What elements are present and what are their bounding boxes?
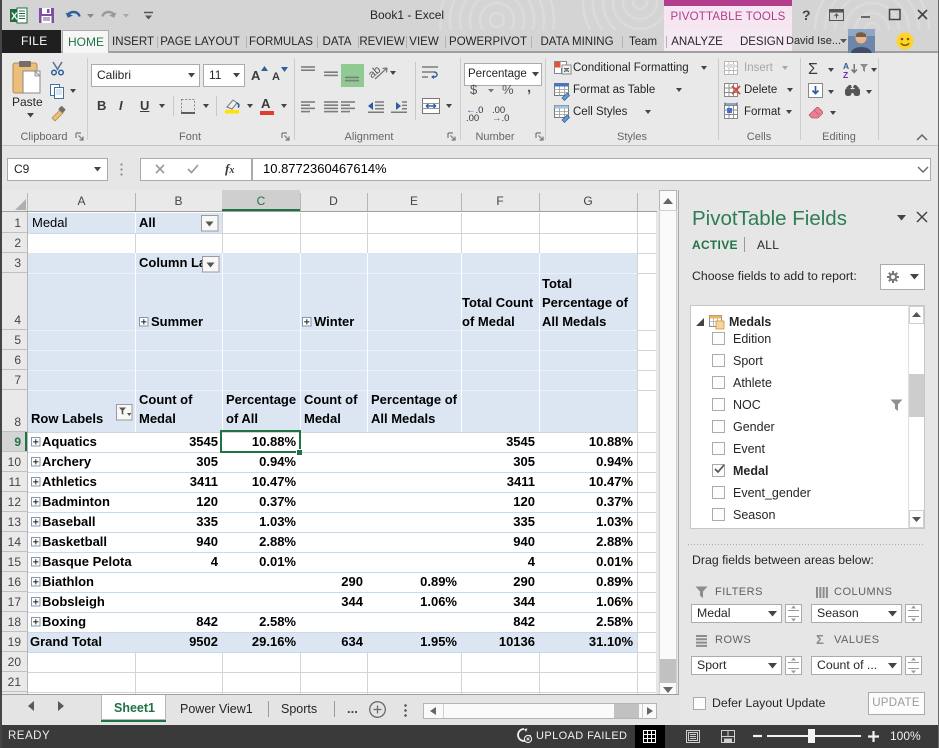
svg-text:X: X <box>11 12 18 23</box>
svg-text:Z: Z <box>843 70 848 80</box>
